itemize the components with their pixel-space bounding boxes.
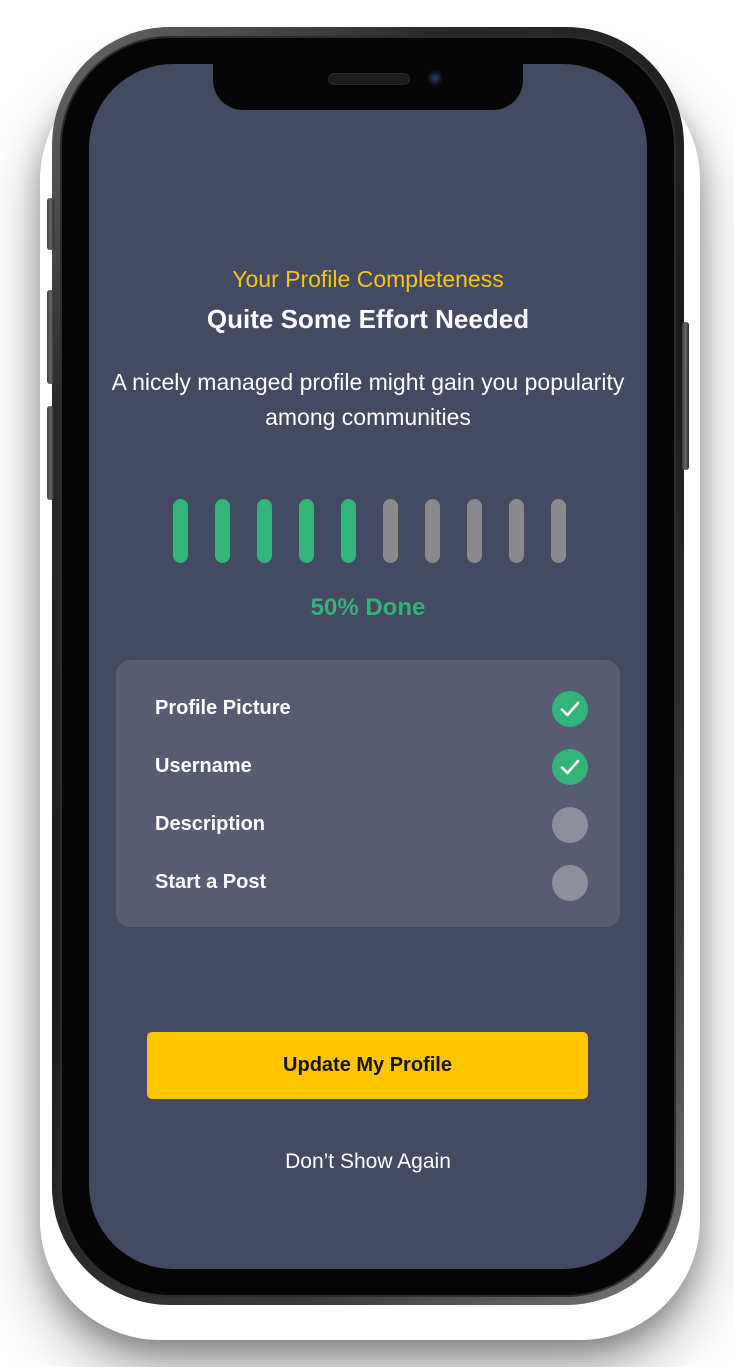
progress-label: 50% Done <box>310 594 426 621</box>
progress-segment <box>425 499 440 563</box>
notch <box>213 64 523 110</box>
speaker-grille <box>328 73 410 85</box>
progress-segment <box>509 499 524 563</box>
power-button <box>682 322 689 470</box>
page-title: Quite Some Effort Needed <box>206 304 530 334</box>
update-profile-button[interactable]: Update My Profile <box>147 1032 588 1099</box>
progress-segment <box>341 499 356 563</box>
section-subtitle: Your Profile Completeness <box>232 266 504 292</box>
volume-down-button <box>47 406 54 500</box>
progress-segment <box>299 499 314 563</box>
pending-status-icon <box>552 807 588 843</box>
checklist-item: Username <box>116 747 620 787</box>
checklist-item-label: Username <box>155 755 252 777</box>
check-icon <box>560 701 580 717</box>
device-mockup: Your Profile Completeness Quite Some Eff… <box>0 0 734 1367</box>
completed-status-icon <box>552 749 588 785</box>
checklist-item: Start a Post <box>116 863 620 903</box>
progress-segment <box>257 499 272 563</box>
completed-status-icon <box>552 691 588 727</box>
silent-switch <box>47 198 54 250</box>
completion-checklist: Profile Picture Username Description Start … <box>116 660 620 927</box>
pending-status-icon <box>552 865 588 901</box>
progress-segment <box>215 499 230 563</box>
volume-up-button <box>47 290 54 384</box>
checklist-item-label: Description <box>155 813 266 835</box>
check-icon <box>560 759 580 775</box>
progress-segment <box>173 499 188 563</box>
progress-bars <box>170 499 570 563</box>
progress-segment <box>383 499 398 563</box>
front-camera <box>427 70 443 86</box>
checklist-item: Description <box>116 805 620 845</box>
checklist-item-label: Profile Picture <box>155 697 291 719</box>
progress-segment <box>551 499 566 563</box>
checklist-item-label: Start a Post <box>155 871 267 893</box>
dont-show-again-link[interactable]: Don’t Show Again <box>89 1150 647 1174</box>
progress-segment <box>467 499 482 563</box>
page-description: A nicely managed profile might gain you … <box>111 369 625 430</box>
checklist-item: Profile Picture <box>116 689 620 729</box>
